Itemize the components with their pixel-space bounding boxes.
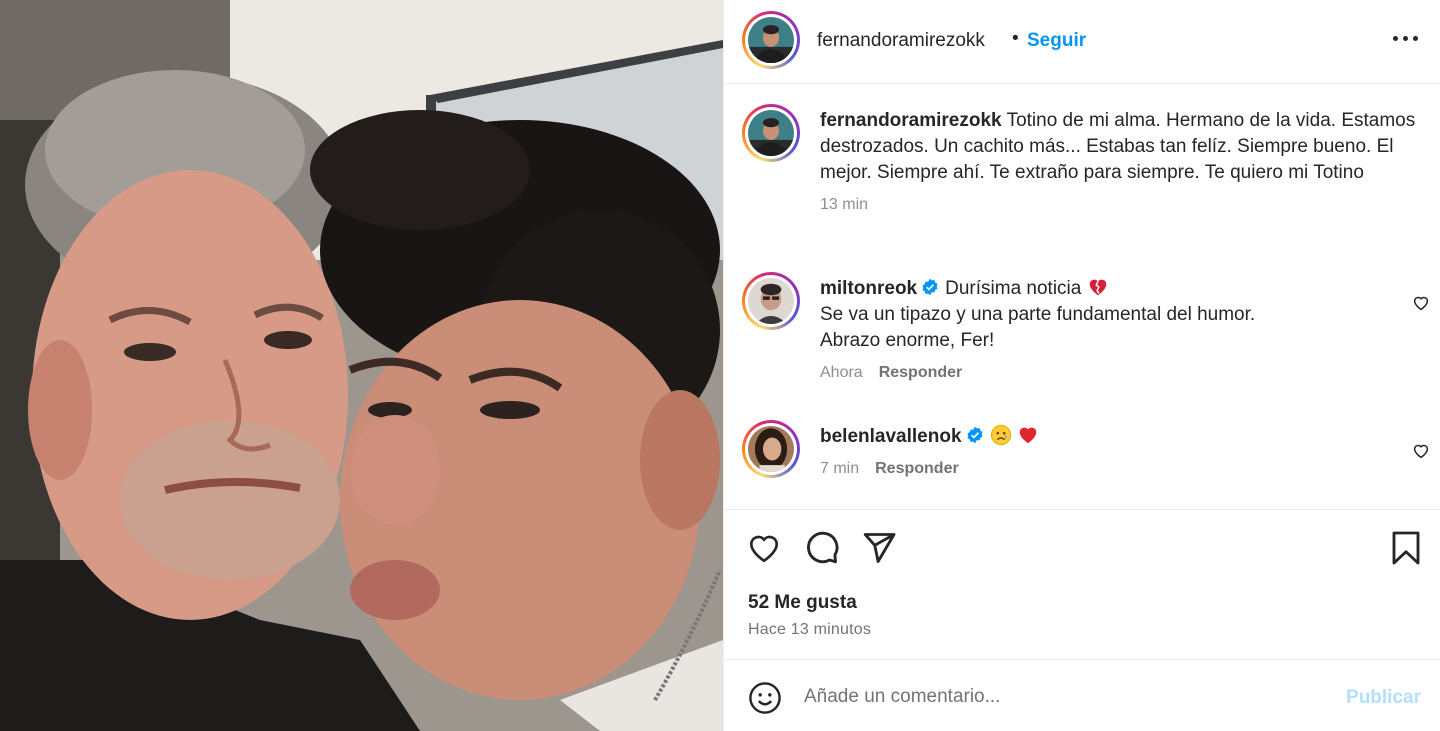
author-avatar-image	[748, 17, 794, 63]
commenter-username[interactable]: milton­reok	[820, 278, 917, 299]
author-avatar[interactable]	[742, 11, 800, 69]
comment-text-line3: Abrazo enorme, Fer!	[820, 330, 995, 351]
heart-icon[interactable]	[746, 530, 782, 566]
verified-icon	[922, 278, 938, 296]
red-heart-icon	[1019, 427, 1037, 444]
caption-avatar-image	[748, 110, 794, 156]
post-timestamp[interactable]: Hace 13 minutos	[748, 621, 871, 639]
emoji-icon[interactable]	[748, 681, 782, 715]
commenter-avatar[interactable]	[742, 420, 800, 478]
header-separator: •	[1012, 28, 1019, 49]
comment-text-line2: Se va un tipazo y una parte fundamental …	[820, 304, 1256, 325]
follow-button[interactable]: Seguir	[1027, 30, 1086, 52]
post-actions: 52 Me gusta Hace 13 minutos	[724, 509, 1440, 659]
commenter-avatar[interactable]	[742, 272, 800, 330]
comment-text-line1: Durísima noticia	[945, 278, 1082, 299]
caption-username[interactable]: fernandoramirezokk	[820, 110, 1002, 131]
post-header: fernandoramirezokk • Seguir	[724, 0, 1440, 84]
commenter-username[interactable]: belenlavallenok	[820, 426, 962, 447]
broken-heart-icon	[1089, 279, 1106, 296]
more-options-icon[interactable]	[1393, 36, 1419, 44]
caption-avatar[interactable]	[742, 104, 800, 162]
post-photo[interactable]	[0, 0, 723, 731]
likes-count[interactable]: 52 Me gusta	[748, 592, 857, 614]
sad-face-icon	[990, 424, 1011, 446]
comment-like-heart-icon[interactable]	[1412, 442, 1430, 460]
reply-button[interactable]: Responder	[875, 460, 959, 477]
reply-button[interactable]: Responder	[879, 364, 963, 381]
post-sidebar: fernandoramirezokk • Seguir fernandorami…	[723, 0, 1440, 731]
verified-icon	[967, 426, 983, 444]
commenter-avatar-image	[748, 278, 794, 324]
comment-input[interactable]	[804, 674, 1324, 720]
commenter-avatar-image	[748, 426, 794, 472]
comment-time: 7 min	[820, 460, 860, 477]
caption-time[interactable]: 13 min	[820, 196, 868, 213]
comment-like-heart-icon[interactable]	[1412, 294, 1430, 312]
bookmark-icon[interactable]	[1388, 530, 1424, 566]
publish-button[interactable]: Publicar	[1346, 687, 1421, 709]
post-image	[0, 0, 723, 731]
share-icon[interactable]	[861, 530, 897, 566]
add-comment-bar: Publicar	[724, 659, 1440, 731]
author-username[interactable]: fernandoramirezokk	[817, 30, 985, 52]
comment-time: Ahora	[820, 364, 863, 381]
comment-icon[interactable]	[804, 530, 840, 566]
